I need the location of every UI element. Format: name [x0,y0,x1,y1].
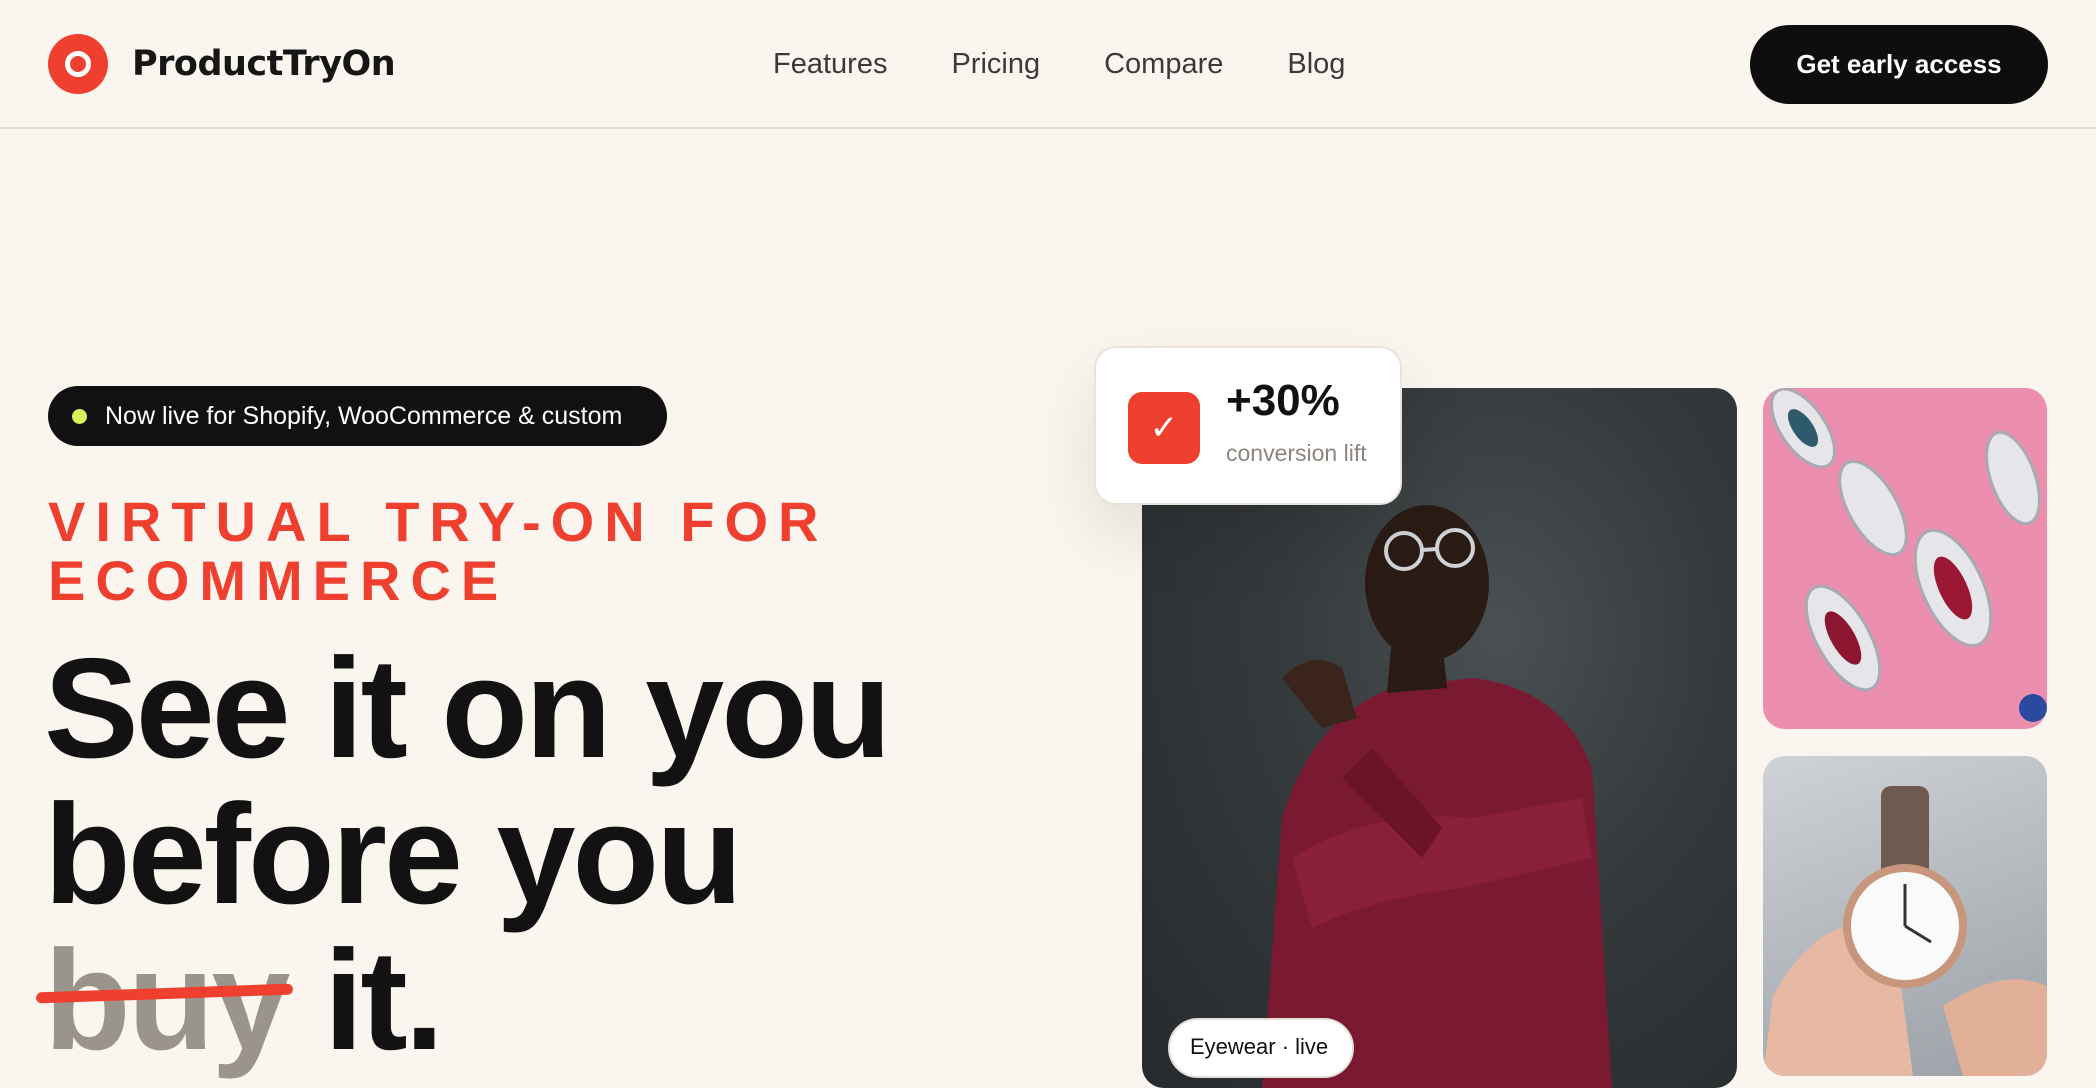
hero-headline: See it on you before you buy it. [44,636,1044,1074]
logo-ring-icon [48,34,108,94]
conversion-stat-card: ✓ +30% conversion lift [1094,346,1402,505]
watch-photo [1763,756,2047,1076]
stat-label: conversion lift [1226,440,1367,466]
nav-link-blog[interactable]: Blog [1287,44,1345,84]
nav-link-features[interactable]: Features [773,44,887,84]
status-dot-icon [72,408,87,424]
headline-line-3-suffix: it. [287,921,444,1080]
nav-link-compare[interactable]: Compare [1104,44,1223,84]
headline-struck-word: buy [44,921,290,1080]
hero-eyebrow: VIRTUAL TRY-ON FOR ECOMMERCE [48,490,829,612]
earrings-photo [1763,388,2047,729]
live-tag: Eyewear · live [1168,1018,1354,1078]
headline-line-2: before you [44,775,743,934]
headline-line-1: See it on you [44,636,1044,782]
top-nav: ProductTryOn Features Pricing Compare Bl… [0,0,2096,129]
nav-link-pricing[interactable]: Pricing [951,44,1040,84]
availability-badge: Now live for Shopify, WooCommerce & cust… [48,386,667,446]
headline-line-3: buy it. [44,928,1044,1074]
stat-value: +30% [1226,376,1340,425]
headline-line-1-prefix: See it on [44,629,646,788]
get-early-access-button[interactable]: Get early access [1750,25,2048,104]
availability-badge-text: Now live for Shopify, WooCommerce & cust… [105,401,623,430]
brand-logo[interactable]: ProductTryOn [48,34,396,94]
nav-links: Features Pricing Compare Blog [773,44,1409,84]
check-icon: ✓ [1128,392,1200,464]
headline-highlight: you [645,629,891,788]
brand-name: ProductTryOn [132,44,396,84]
